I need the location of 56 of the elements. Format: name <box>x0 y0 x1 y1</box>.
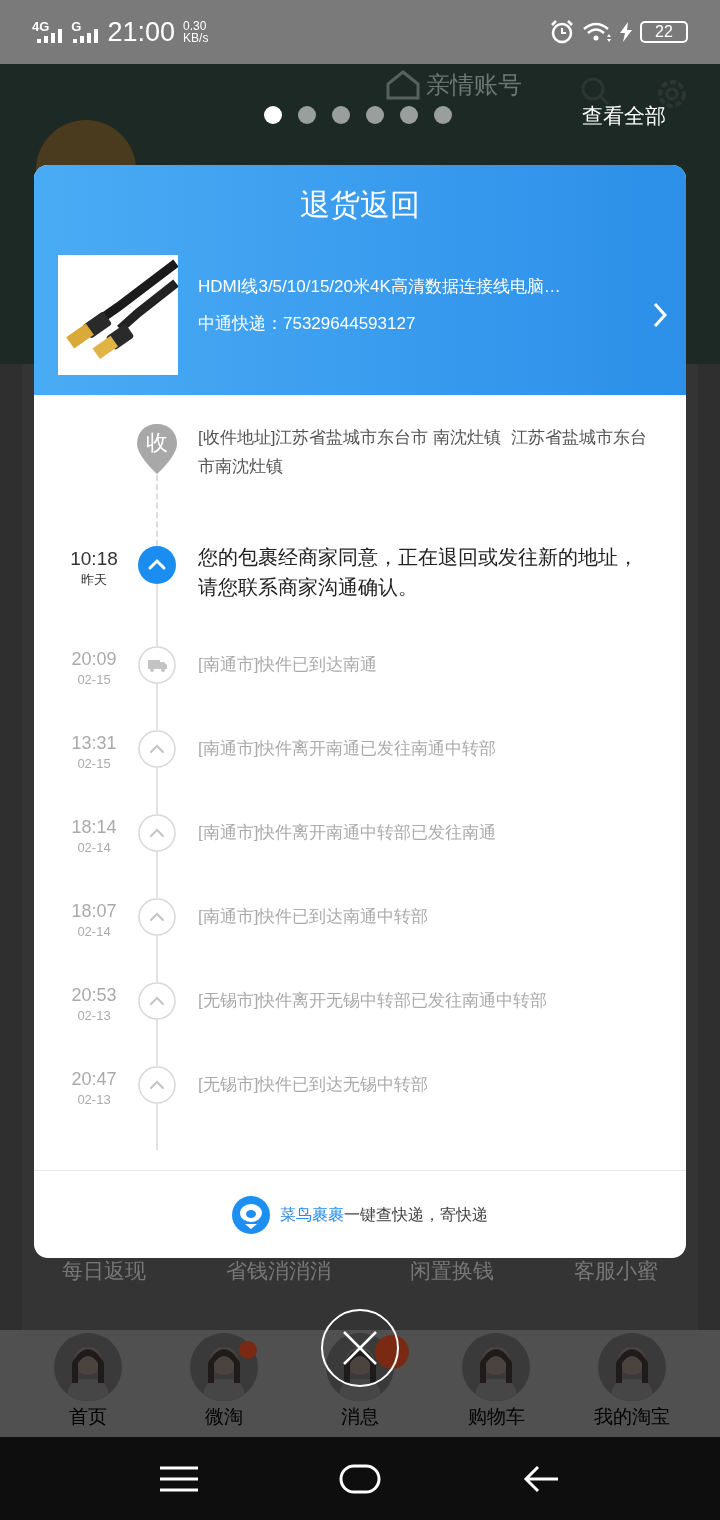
charging-icon <box>620 22 632 42</box>
tab-item[interactable]: 首页 <box>33 1332 143 1431</box>
product-title: HDMI线3/5/10/15/20米4K高清数据连接线电脑… <box>198 275 562 298</box>
view-all-link[interactable]: 查看全部 <box>582 100 666 132</box>
home-icon[interactable] <box>339 1463 381 1494</box>
event-time: 20:47 <box>71 1068 117 1090</box>
event-time: 20:09 <box>71 648 117 670</box>
event-time: 18:14 <box>71 816 117 838</box>
event-date: 02-15 <box>77 671 111 689</box>
event-date: 昨天 <box>81 571 107 589</box>
event-time: 18:07 <box>71 900 117 922</box>
event-description: [无锡市]快件已到达无锡中转部 <box>198 1074 429 1096</box>
chevron-up-icon <box>138 546 176 584</box>
network-label: G <box>71 19 82 33</box>
tab-item[interactable]: 购物车 <box>441 1332 551 1431</box>
chevron-right-icon[interactable] <box>652 302 668 328</box>
card-title: 退货返回 <box>299 187 421 223</box>
event-description: [南通市]快件已到达南通中转部 <box>198 906 429 928</box>
event-description: [南通市]快件离开南通中转部已发往南通 <box>198 822 497 844</box>
event-description: [南通市]快件已到达南通 <box>198 654 378 676</box>
event-time: 10:18 <box>70 548 118 570</box>
network-label: 4G <box>32 19 50 33</box>
close-icon <box>342 1330 378 1366</box>
battery-icon: 22 <box>640 21 688 43</box>
tab-item[interactable]: 微淘 <box>169 1332 279 1431</box>
event-date: 02-15 <box>77 755 111 773</box>
event-time: 20:53 <box>71 984 117 1006</box>
clock-time: 21:00 <box>107 15 176 49</box>
wifi-icon <box>582 21 612 43</box>
speed-unit: KB/s <box>183 32 209 44</box>
menu-icon[interactable] <box>160 1465 199 1492</box>
event-description: [无锡市]快件离开无锡中转部已发往南通中转部 <box>198 990 548 1012</box>
bird-logo-icon <box>232 1195 270 1234</box>
tab-item[interactable]: 我的淘宝 <box>577 1332 687 1431</box>
tab-item[interactable]: 消息 <box>305 1332 415 1431</box>
network-speed: 0.30 <box>183 20 208 32</box>
event-description: 您的包裹经商家同意，正在退回或发往新的地址，请您联系商家沟通确认。 <box>198 545 639 600</box>
feature-label: 客服小蜜 <box>574 1257 659 1284</box>
family-account-label: 亲情账号 <box>426 71 522 99</box>
event-time: 13:31 <box>71 732 117 754</box>
tracking-number: 中通快递：75329644593127 <box>198 313 417 335</box>
feature-label: 闲置换钱 <box>410 1257 495 1284</box>
close-button[interactable] <box>321 1309 399 1387</box>
event-date: 02-14 <box>77 923 111 941</box>
feature-label: 省钱消消消 <box>225 1257 331 1284</box>
feature-label: 每日返现 <box>61 1257 146 1284</box>
house-icon <box>386 70 420 100</box>
alarm-icon <box>550 20 574 44</box>
event-date: 02-14 <box>77 839 111 857</box>
event-description: [收件地址]江苏省盐城市东台市 南沈灶镇 江苏省盐城市东台市南沈灶镇 <box>198 427 648 478</box>
back-icon[interactable] <box>521 1463 560 1494</box>
event-date: 02-13 <box>77 1091 111 1109</box>
footer-slogan: 菜鸟裹裹一键查快递，寄快递 <box>280 1204 488 1225</box>
event-description: [南通市]快件离开南通已发往南通中转部 <box>198 738 497 760</box>
location-pin-icon: 收 <box>136 423 178 475</box>
event-date: 02-13 <box>77 1007 111 1025</box>
